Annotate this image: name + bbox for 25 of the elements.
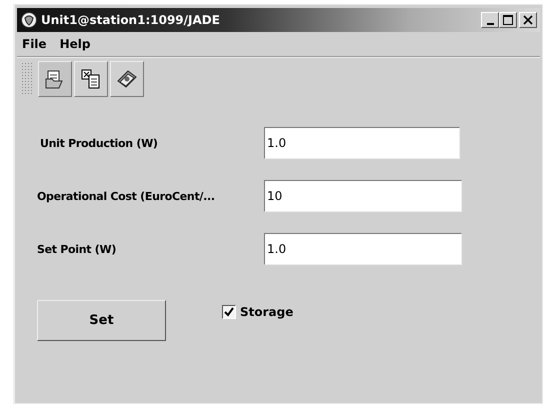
maximize-icon: [503, 15, 513, 25]
toolbar-button[interactable]: [38, 61, 72, 97]
field-label: Operational Cost (EuroCent/...: [37, 190, 216, 202]
input-field[interactable]: 10: [264, 180, 462, 212]
checkbox-label: Storage: [240, 305, 294, 319]
minimize-icon: [486, 23, 494, 25]
menu-item[interactable]: Help: [60, 37, 90, 51]
storage-checkbox[interactable]: Storage: [222, 305, 294, 319]
maximize-button[interactable]: [499, 12, 517, 28]
checkbox[interactable]: [222, 305, 236, 319]
input-field[interactable]: 1.0: [264, 127, 460, 159]
close-button[interactable]: [519, 12, 537, 28]
field-label: Unit Production (W): [39, 136, 159, 150]
minimize-button[interactable]: [481, 12, 499, 28]
window-title: Unit1@station1:1099/JADE: [41, 13, 221, 27]
app-icon: [20, 11, 38, 29]
input-field[interactable]: 1.0: [264, 233, 462, 265]
toolbar-button[interactable]: [74, 61, 108, 97]
menu-item[interactable]: File: [22, 37, 47, 51]
field-label: Set Point (W): [37, 242, 118, 256]
toolbar-button[interactable]: [110, 61, 144, 97]
close-icon: [523, 15, 533, 25]
document-icon: [80, 68, 102, 90]
set-button[interactable]: Set: [37, 300, 166, 341]
check-icon: [224, 307, 234, 317]
